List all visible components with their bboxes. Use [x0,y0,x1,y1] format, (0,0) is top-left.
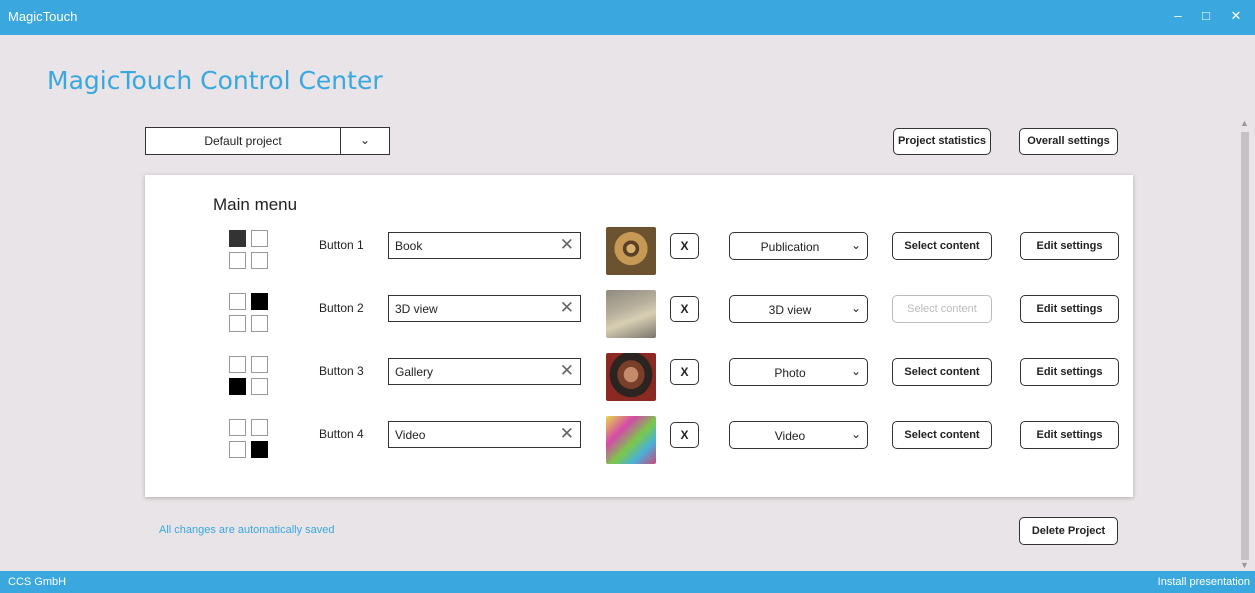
delete-project-button[interactable]: Delete Project [1019,517,1118,545]
grid-cell [251,293,268,310]
content-type-dropdown[interactable]: 3D view ⌄ [729,295,868,323]
edit-settings-button[interactable]: Edit settings [1020,232,1119,260]
menu-button-row: Button 4 Video ✕ X Video ⌄ Select conten… [145,415,1133,465]
content-type-dropdown[interactable]: Photo ⌄ [729,358,868,386]
grid-cell [229,252,246,269]
grid-cell [251,252,268,269]
chevron-down-icon[interactable]: ⌄ [340,128,389,154]
grid-cell [251,419,268,436]
colorful-image [606,416,656,464]
close-icon[interactable]: ✕ [1226,8,1246,26]
content-type-dropdown[interactable]: Video ⌄ [729,421,868,449]
main-menu-panel: Main menu Button 1 Book ✕ X Publication … [145,175,1133,497]
edit-settings-button[interactable]: Edit settings [1020,295,1119,323]
company-name: CCS GmbH [8,576,67,588]
position-grid-icon[interactable] [229,352,273,395]
panel-title: Main menu [213,195,298,214]
position-grid-icon[interactable] [229,415,273,458]
remove-image-button[interactable]: X [670,296,699,322]
scroll-down-icon[interactable]: ▼ [1240,560,1249,570]
select-content-button[interactable]: Select content [892,358,992,386]
maximize-icon[interactable]: □ [1196,8,1216,26]
title-bar: MagicTouch – □ ✕ [0,0,1255,35]
select-content-button[interactable]: Select content [892,421,992,449]
owl-image [606,227,656,275]
grid-cell [251,441,268,458]
grid-cell [229,315,246,332]
grid-cell [229,419,246,436]
edit-settings-button[interactable]: Edit settings [1020,421,1119,449]
remove-image-button[interactable]: X [670,359,699,385]
button-name-value: 3D view [395,302,438,316]
menu-button-row: Button 1 Book ✕ X Publication ⌄ Select c… [145,226,1133,276]
button-label: Button 3 [319,364,364,378]
overall-settings-button[interactable]: Overall settings [1019,128,1118,155]
chevron-down-icon: ⌄ [850,364,861,378]
grid-cell [251,230,268,247]
clear-icon[interactable]: ✕ [560,361,574,381]
content-type-value: Video [774,429,806,443]
camera-image [606,290,656,338]
position-grid-icon[interactable] [229,289,273,332]
project-statistics-button[interactable]: Project statistics [893,128,991,155]
button-label: Button 4 [319,427,364,441]
button-name-input[interactable]: Gallery ✕ [388,358,581,385]
content-type-value: Publication [760,240,820,254]
scrollbar-thumb[interactable] [1241,132,1249,560]
button-name-value: Book [395,239,423,253]
grid-cell [229,378,246,395]
select-content-button[interactable]: Select content [892,232,992,260]
content-type-dropdown[interactable]: Publication ⌄ [729,232,868,260]
remove-image-button[interactable]: X [670,233,699,259]
project-dropdown-value: Default project [204,134,282,148]
button-name-input[interactable]: Book ✕ [388,232,581,259]
status-bar: CCS GmbH Install presentation [0,571,1255,593]
button-label: Button 2 [319,301,364,315]
clear-icon[interactable]: ✕ [560,424,574,444]
grid-cell [229,293,246,310]
autosave-note: All changes are automatically saved [159,524,335,536]
button-name-input[interactable]: 3D view ✕ [388,295,581,322]
edit-settings-button[interactable]: Edit settings [1020,358,1119,386]
button-label: Button 1 [319,238,364,252]
chevron-down-icon: ⌄ [850,238,861,252]
position-grid-icon[interactable] [229,226,273,269]
chevron-down-icon: ⌄ [850,427,861,441]
project-dropdown[interactable]: Default project ⌄ [145,127,390,155]
menu-button-row: Button 2 3D view ✕ X 3D view ⌄ Select co… [145,289,1133,339]
grid-cell [251,315,268,332]
grid-cell [251,378,268,395]
clear-icon[interactable]: ✕ [560,298,574,318]
select-content-button[interactable]: Select content [892,295,992,323]
grid-cell [251,356,268,373]
scrollbar[interactable]: ▲ ▼ [1238,118,1252,573]
content-type-value: Photo [774,366,806,380]
grid-cell [229,441,246,458]
page-title: MagicTouch Control Center [47,66,383,95]
menu-button-row: Button 3 Gallery ✕ X Photo ⌄ Select cont… [145,352,1133,402]
content-type-value: 3D view [768,303,812,317]
button-name-value: Video [395,428,426,442]
chevron-down-icon: ⌄ [850,301,861,315]
scroll-up-icon[interactable]: ▲ [1240,118,1249,128]
button-name-value: Gallery [395,365,434,379]
portrait-image [606,353,656,401]
grid-cell [229,230,246,247]
clear-icon[interactable]: ✕ [560,235,574,255]
grid-cell [229,356,246,373]
remove-image-button[interactable]: X [670,422,699,448]
minimize-icon[interactable]: – [1168,8,1188,26]
install-presentation-link[interactable]: Install presentation [1158,576,1250,588]
window-title: MagicTouch [8,9,78,24]
button-name-input[interactable]: Video ✕ [388,421,581,448]
